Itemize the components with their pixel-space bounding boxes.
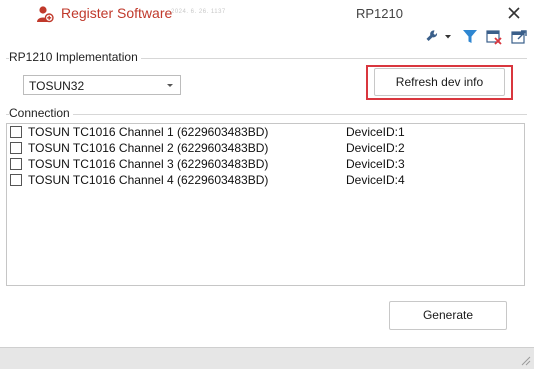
channel-checkbox[interactable] [10,126,22,138]
title-bar: Register Software 2024. 6. 26. 1137 RP12… [0,0,534,28]
channel-name: TOSUN TC1016 Channel 1 (6229603483BD) [28,125,269,139]
close-button[interactable] [504,3,524,23]
status-bar [0,347,534,369]
device-id: DeviceID:4 [346,173,405,187]
window-subtitle: RP1210 [356,6,403,21]
channel-name: TOSUN TC1016 Channel 4 (6229603483BD) [28,173,269,187]
list-item[interactable]: TOSUN TC1016 Channel 2 (6229603483BD) De… [7,140,524,156]
wrench-dropdown-icon [426,30,451,41]
filter-button[interactable] [461,28,479,46]
export-window-button[interactable] [510,28,528,46]
clear-window-icon [486,30,502,45]
device-id: DeviceID:2 [346,141,405,155]
filter-icon [463,30,477,43]
device-id: DeviceID:3 [346,157,405,171]
app-title: Register Software [61,5,173,21]
connection-group-title: Connection [9,106,73,120]
tools-dropdown-button[interactable] [425,28,453,46]
channel-name: TOSUN TC1016 Channel 3 (6229603483BD) [28,157,269,171]
list-item[interactable]: TOSUN TC1016 Channel 1 (6229603483BD) De… [7,124,524,140]
channel-checkbox[interactable] [10,174,22,186]
export-window-icon [511,30,527,44]
refresh-dev-info-button[interactable]: Refresh dev info [374,68,505,96]
rp1210-implementation-select[interactable]: TOSUN32 [23,75,181,95]
rp1210-group-title: RP1210 Implementation [9,50,141,64]
app-version: 2024. 6. 26. 1137 [171,9,226,15]
channel-checkbox[interactable] [10,142,22,154]
connection-list: TOSUN TC1016 Channel 1 (6229603483BD) De… [6,123,525,286]
close-icon [508,7,520,19]
toolbar [0,28,534,46]
channel-checkbox[interactable] [10,158,22,170]
list-item[interactable]: TOSUN TC1016 Channel 4 (6229603483BD) De… [7,172,524,188]
chevron-down-icon [163,77,177,93]
device-id: DeviceID:1 [346,125,405,139]
connection-group-divider [6,114,527,115]
generate-button[interactable]: Generate [389,301,507,330]
rp1210-selected-value: TOSUN32 [29,79,85,93]
clear-window-button[interactable] [485,28,503,46]
resize-grip-icon[interactable] [519,354,531,366]
user-plus-icon [36,5,54,23]
channel-name: TOSUN TC1016 Channel 2 (6229603483BD) [28,141,269,155]
list-item[interactable]: TOSUN TC1016 Channel 3 (6229603483BD) De… [7,156,524,172]
